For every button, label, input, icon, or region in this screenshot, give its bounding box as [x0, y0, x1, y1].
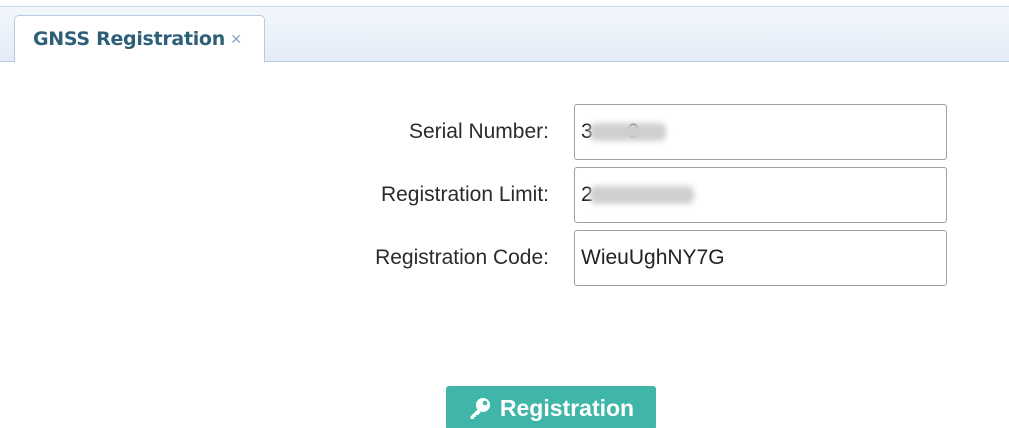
- registration-limit-row: Registration Limit:: [0, 167, 1009, 223]
- serial-number-row: Serial Number:: [0, 104, 1009, 160]
- tab-bar: GNSS Registration ×: [0, 6, 1009, 63]
- registration-limit-field[interactable]: [574, 167, 947, 223]
- serial-number-label: Serial Number:: [408, 120, 549, 143]
- gnss-registration-page: GNSS Registration × Serial Number: Regis…: [0, 0, 1009, 428]
- registration-code-label: Registration Code:: [375, 246, 549, 269]
- registration-button[interactable]: Registration: [446, 386, 656, 428]
- registration-button-label: Registration: [499, 394, 635, 421]
- serial-number-field[interactable]: [574, 104, 947, 160]
- registration-limit-label: Registration Limit:: [380, 183, 549, 206]
- tab-label: GNSS Registration: [33, 28, 225, 50]
- tab-gnss-registration[interactable]: GNSS Registration ×: [14, 15, 265, 63]
- close-icon[interactable]: ×: [231, 30, 242, 48]
- registration-code-field[interactable]: [574, 230, 947, 286]
- key-icon: [468, 396, 492, 420]
- registration-code-row: Registration Code:: [0, 230, 1009, 286]
